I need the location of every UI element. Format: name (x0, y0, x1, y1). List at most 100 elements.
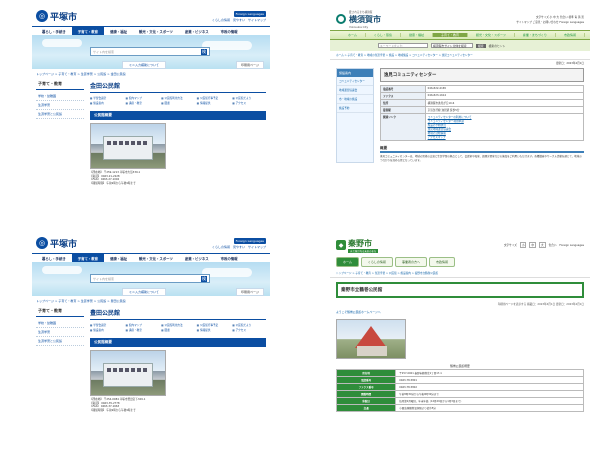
breadcrumb[interactable]: ホーム > 子育て・教育 > 地域の生涯学習 > 施設 > 地域施設 > コミュ… (330, 51, 590, 60)
table-row: 交通 小田急線鶴巻温泉駅より徒歩5分 (335, 404, 584, 412)
side-menu: 子育て・教育 学校・幼稚園 生涯学習 生涯学習と公民館 (36, 79, 84, 186)
category-link[interactable]: 図書 (161, 101, 195, 105)
category-link[interactable]: 公民館行事予定 (197, 323, 231, 327)
side-menu-item[interactable]: 生涯学習と公民館 (36, 110, 84, 119)
search-button[interactable]: 検 (201, 48, 207, 55)
site-logo[interactable]: 愛されるまち横須賀 横須賀市 Yokosuka City (336, 10, 381, 29)
category-link[interactable]: 学習会議室 (90, 323, 124, 327)
category-link[interactable]: 館内マップ (126, 323, 160, 327)
foreign-languages-link[interactable]: Foreign Languages (559, 244, 584, 247)
utility-links: Foreign Languages くらしの情報 見やすい サイトマップ (212, 237, 266, 249)
font-size-large-button[interactable]: 大 (539, 242, 546, 248)
category-link[interactable]: アクセス (232, 101, 266, 105)
category-link[interactable]: 館内マップ (126, 96, 160, 100)
search-input[interactable]: サイト内を検索 (93, 277, 114, 281)
nav-item[interactable]: くらし・環境 (366, 33, 401, 37)
category-link[interactable]: 図書 (161, 328, 195, 332)
facility-info: 【所在地】 〒254-0084 平塚市豊田宮下329-1 【電話】 0463-3… (90, 398, 266, 413)
side-menu-item[interactable]: 市・地域の施設 (337, 95, 373, 104)
city-name: 秦野市 (348, 238, 372, 248)
foreign-languages-link[interactable]: Foreign Languages (233, 237, 266, 244)
table-row: 電話番号 0463-78-5801 (335, 376, 584, 384)
print-button[interactable]: 印刷用ページ (236, 288, 264, 296)
foreign-languages-link[interactable]: Foreign Languages (233, 10, 266, 17)
utility-links: Foreign Languages くらしの情報 見やすい サイトマップ (212, 10, 266, 22)
info-line: 【開館時間】 午前9時から午後9時まで (90, 408, 136, 412)
nav-item[interactable]: 事業者の方へ (394, 257, 427, 267)
print-button[interactable]: 印刷用ページ (236, 61, 264, 69)
util-link[interactable]: くらしの情報 (212, 245, 230, 249)
category-link[interactable]: 公民館利用方法 (161, 96, 195, 100)
welcome-text: ようこそ鶴巻公民館ホームページへ (336, 310, 381, 314)
side-menu-item[interactable]: コミュニティセンター (337, 77, 373, 86)
category-link[interactable]: アクセス (232, 328, 266, 332)
city-tagline: 水と緑が光る未来のまち (348, 248, 379, 253)
side-menu-item[interactable]: 地域運営協議会 (337, 86, 373, 95)
search-help-link[interactable]: ミニ入力補助について (122, 61, 166, 69)
site-header: ◎ 平塚市 Foreign Languages くらしの情報 見やすい サイトマ… (32, 233, 270, 253)
site-logo[interactable]: ◆ 秦野市 水と緑が光る未来のまち (336, 238, 379, 253)
site-logo[interactable]: ◎ 平塚市 (36, 10, 77, 23)
table-row: 休館日 毎月第2月曜日、年末年始（12月29日から1月3日まで） (335, 397, 584, 405)
search-button[interactable]: 検 (201, 275, 207, 282)
side-menu-title: 子育て・教育 (36, 306, 84, 317)
nav-item[interactable]: 市政情報 (556, 33, 585, 37)
facility-table: 所在地 〒257-0001 秦野市鶴巻北1丁目17-1 電話番号 0463-78-5… (335, 369, 584, 412)
category-link[interactable]: 公民館行事予定 (197, 96, 231, 100)
util-link[interactable]: サイトマップ (248, 245, 266, 249)
util-link[interactable]: 見やすい (233, 245, 245, 249)
search-help-link[interactable]: 検索のヒント (489, 44, 506, 48)
search-input[interactable]: サイト内を検索 (93, 50, 114, 54)
category-link[interactable]: 施設案内 (90, 328, 124, 332)
util-link[interactable]: サイトマップ (248, 18, 266, 22)
side-menu-item[interactable]: 生涯学習と公民館 (36, 337, 84, 346)
util-link[interactable]: 見やすい (233, 18, 245, 22)
display-settings[interactable]: 文字サイズ 小 中 大 色合い 標準 青 黄 黒 (536, 15, 584, 19)
nav-item-active[interactable]: 子育て・教育 (432, 33, 468, 37)
city-name: 平塚市 (50, 12, 78, 23)
nav-item-active[interactable]: ホーム (336, 257, 359, 267)
nav-item[interactable]: ホーム (340, 33, 366, 37)
global-nav: ホーム くらしの情報 事業者の方へ 市政情報 (330, 257, 590, 269)
nav-item[interactable]: 産業・まちづくり (515, 33, 556, 37)
category-link[interactable]: 講座・教室 (126, 328, 160, 332)
util-link[interactable]: くらしの情報 (212, 18, 230, 22)
category-link[interactable]: 施設案内 (90, 101, 124, 105)
site-logo[interactable]: ◎ 平塚市 (36, 237, 77, 250)
side-menu-item[interactable]: 施設予約 (337, 104, 373, 113)
category-link[interactable]: 公民館だより (232, 323, 266, 327)
breadcrumb[interactable]: トップページ > 子育て・教育 > 生涯学習 > 公民館 > 豊田公民館 (32, 296, 270, 306)
category-link[interactable]: 情報提供 (197, 101, 231, 105)
side-menu-item[interactable]: 学校・幼稚園 (36, 92, 84, 101)
breadcrumb[interactable]: トップページ > 子育て・教育 > 生涯学習 > 公民館 > 金田公民館 (32, 69, 270, 79)
search-button[interactable]: 検索 (476, 43, 486, 48)
related-link[interactable]: アクセスマップ (428, 135, 581, 139)
category-link[interactable]: 講座・教室 (126, 101, 160, 105)
nav-item[interactable]: 観光・文化・スポーツ (468, 33, 515, 37)
side-menu-item[interactable]: 生涯学習 (36, 328, 84, 337)
font-size-label: 文字サイズ (503, 244, 517, 247)
util-links-row[interactable]: サイトマップ ご意見・お問い合わせ Foreign Languages (516, 20, 584, 24)
side-menu-item[interactable]: 学校・幼稚園 (36, 319, 84, 328)
breadcrumb[interactable]: トップページ > 子育て・教育 > 生涯学習 > 公民館 > 施設案内 > 秦野… (330, 269, 590, 278)
utility-links: 文字サイズ 小 中 大 色合い 標準 青 黄 黒 サイトマップ ご意見・お問い合… (516, 15, 584, 24)
section-heading: 公民館概要 (90, 111, 266, 120)
category-link[interactable]: 公民館だより (232, 96, 266, 100)
category-link[interactable]: 公民館利用方法 (161, 323, 195, 327)
nav-item[interactable]: 健康・福祉 (401, 33, 433, 37)
search-help-link[interactable]: ミニ入力補助について (122, 288, 166, 296)
category-link[interactable]: 情報提供 (197, 328, 231, 332)
search-input[interactable]: キーワードを入力 (378, 43, 428, 48)
search-scope-select[interactable]: 横須賀市サイト全体を検索 (431, 43, 473, 48)
table-caption: 鶴巻公民館概要 (450, 364, 470, 368)
search-bar: キーワードを入力 横須賀市サイト全体を検索 検索 検索のヒント (330, 40, 590, 51)
facility-table: 電話番号 046-822-4165 ファクス 046-823-1614 住所 横須賀市… (380, 85, 585, 141)
font-size-medium-button[interactable]: 中 (529, 242, 537, 248)
nav-item[interactable]: くらしの情報 (360, 257, 393, 267)
category-link[interactable]: 学習会議室 (90, 96, 124, 100)
side-menu-item[interactable]: 生涯学習 (36, 101, 84, 110)
font-size-small-button[interactable]: 小 (519, 242, 527, 248)
nav-item[interactable]: 市政情報 (428, 257, 455, 267)
hiratsuka-toyoda-page: ◎ 平塚市 Foreign Languages くらしの情報 見やすい サイトマ… (32, 233, 270, 443)
side-menu: 子育て・教育 学校・幼稚園 生涯学習 生涯学習と公民館 (36, 306, 84, 413)
